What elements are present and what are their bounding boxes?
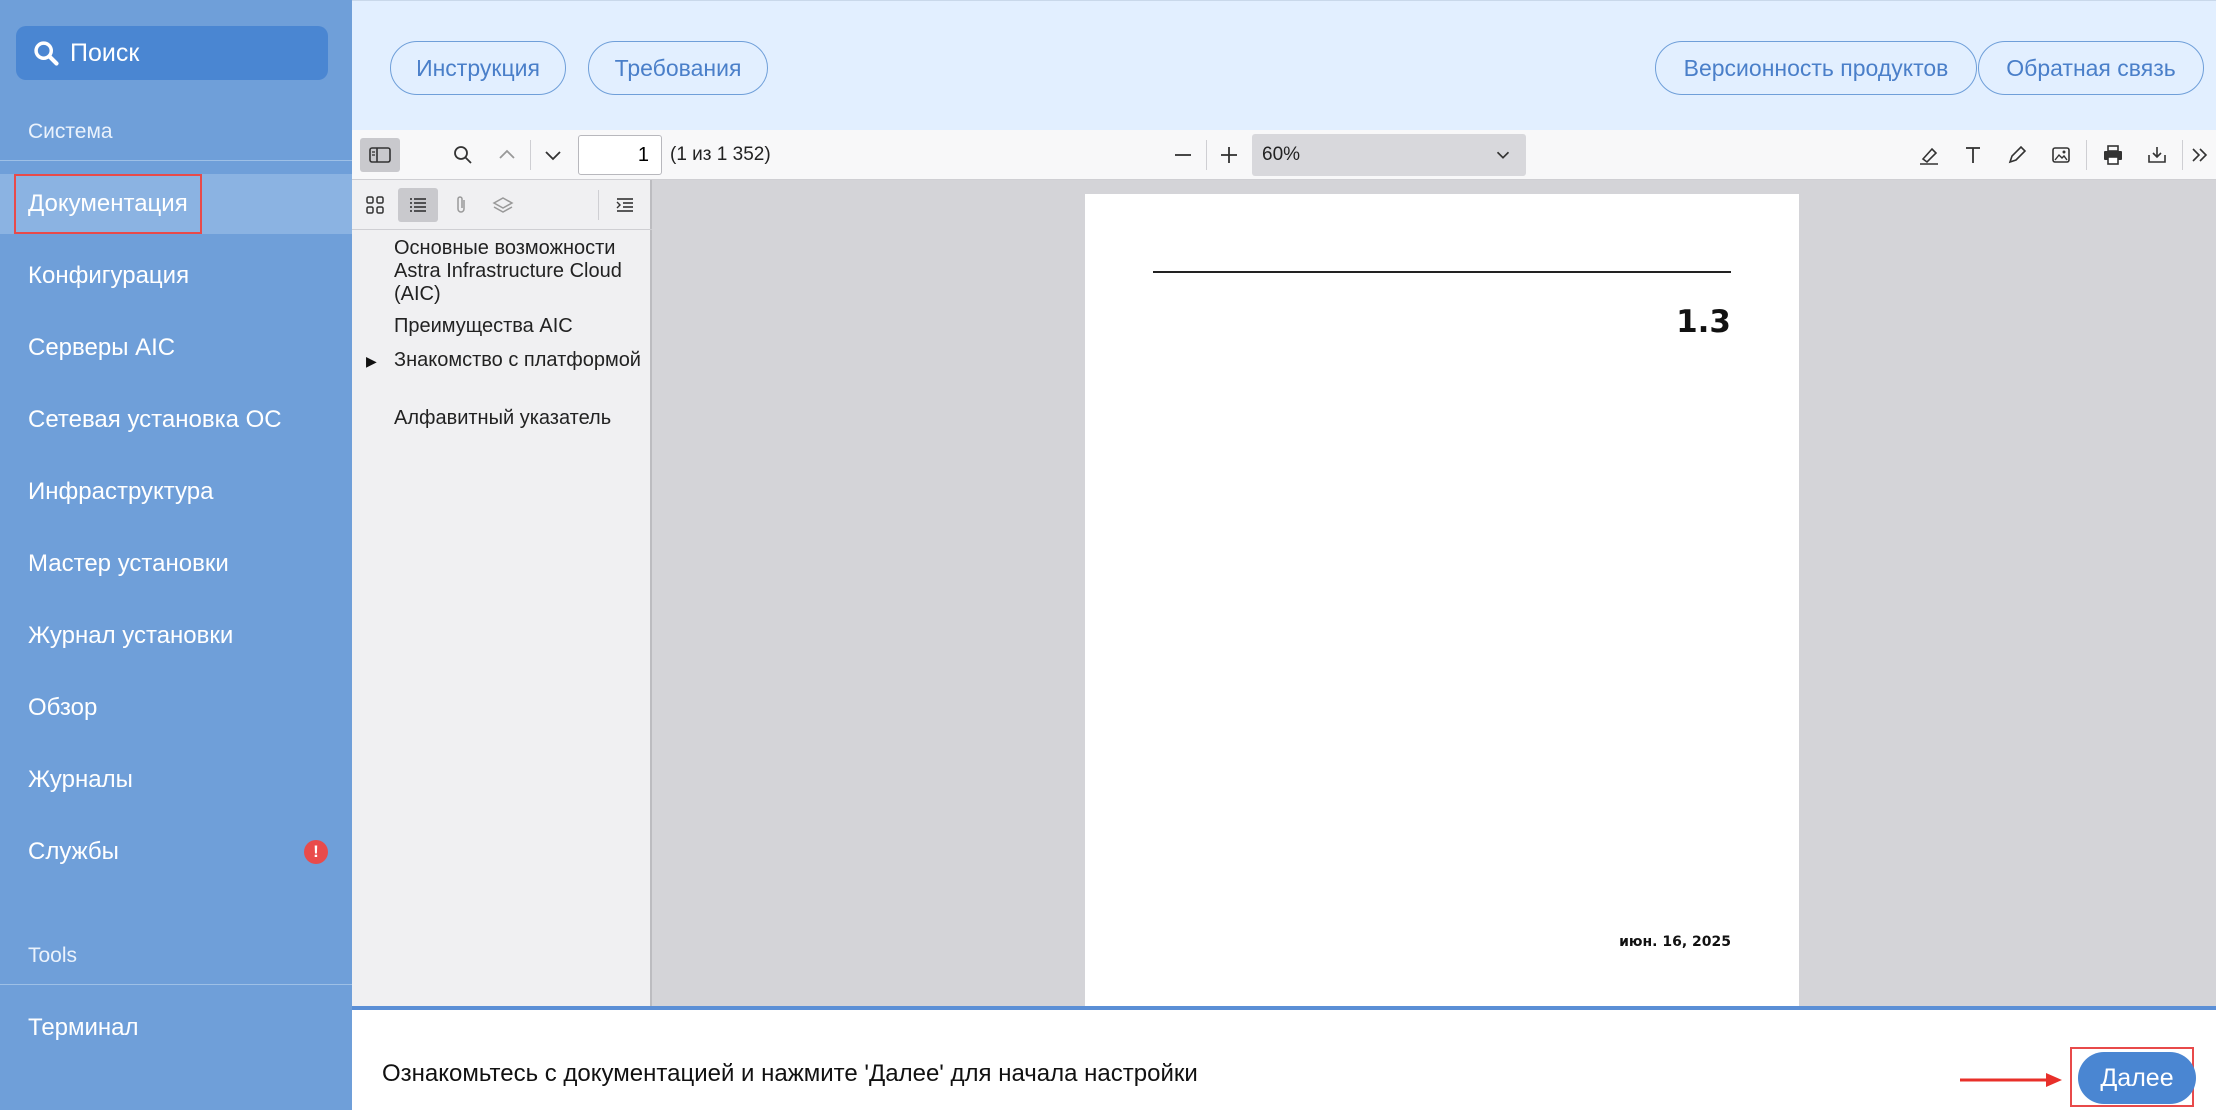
section-label-tools: Tools	[28, 944, 78, 967]
chevron-down-icon	[1496, 151, 1510, 159]
sidebar-item-label: Серверы AIC	[28, 334, 176, 361]
page-count: (1 из 1 352)	[670, 144, 771, 165]
outline-panel: Основные возможности Astra Infrastructur…	[352, 180, 652, 1008]
sidebar-item-install-log[interactable]: Журнал установки	[0, 606, 352, 666]
sidebar-item-label: Мастер установки	[28, 550, 229, 577]
footer: Ознакомьтесь с документацией и нажмите '…	[352, 1006, 2216, 1110]
arrow-right-icon	[1960, 1073, 2062, 1087]
feedback-button[interactable]: Обратная связь	[1978, 41, 2204, 95]
sidebar-item-install-wizard[interactable]: Мастер установки	[0, 534, 352, 594]
toolbar-separator	[2086, 140, 2087, 170]
expand-triangle-icon[interactable]: ▶	[366, 353, 377, 370]
page-number-input[interactable]	[578, 135, 662, 175]
find-icon[interactable]	[446, 138, 480, 172]
instruction-button[interactable]: Инструкция	[390, 41, 566, 95]
sidebar-item-label: Службы	[28, 838, 119, 865]
divider	[0, 160, 352, 161]
more-tools-icon[interactable]	[2186, 138, 2214, 172]
sidebar-item-label: Журнал установки	[28, 622, 234, 649]
sidebar-item-label: Документация	[14, 174, 202, 234]
sidebar-item-infrastructure[interactable]: Инфраструктура	[0, 462, 352, 522]
sidebar-item-documentation[interactable]: Документация	[0, 174, 352, 234]
search-icon	[34, 41, 59, 66]
footer-message: Ознакомьтесь с документацией и нажмите '…	[382, 1060, 1198, 1087]
outline-icon[interactable]	[398, 188, 438, 222]
toolbar-separator	[1206, 140, 1207, 170]
sidebar-item-network-install[interactable]: Сетевая установка ОС	[0, 390, 352, 450]
zoom-value: 60%	[1262, 144, 1301, 165]
sidebar-toggle-icon[interactable]	[360, 138, 400, 172]
product-versions-button[interactable]: Версионность продуктов	[1655, 41, 1977, 95]
previous-page-icon[interactable]	[490, 138, 524, 172]
sidebar-item-label: Обзор	[28, 694, 98, 721]
pdf-page: 1.3 июн. 16, 2025	[1085, 194, 1799, 1008]
sidebar-item-logs[interactable]: Журналы	[0, 750, 352, 810]
thumbnails-icon[interactable]	[358, 188, 392, 222]
zoom-in-icon[interactable]	[1212, 138, 1246, 172]
download-icon[interactable]	[2140, 138, 2174, 172]
sidebar-item-overview[interactable]: Обзор	[0, 678, 352, 738]
next-page-icon[interactable]	[536, 138, 570, 172]
page-version: 1.3	[1676, 304, 1731, 340]
attachments-icon[interactable]	[444, 188, 478, 222]
sidebar-item-label: Инфраструктура	[28, 478, 214, 505]
toolbar-separator	[598, 190, 599, 220]
toolbar-separator	[2182, 140, 2183, 170]
page-rule	[1153, 271, 1731, 273]
toolbar-separator	[530, 140, 531, 170]
current-outline-item-icon[interactable]	[608, 188, 642, 222]
print-icon[interactable]	[2096, 138, 2130, 172]
page-date: июн. 16, 2025	[1619, 934, 1731, 950]
sidebar-item-terminal[interactable]: Терминал	[0, 998, 352, 1058]
sidebar-item-aic-servers[interactable]: Серверы AIC	[0, 318, 352, 378]
layers-icon[interactable]	[486, 188, 520, 222]
sidebar-item-services[interactable]: Службы !	[0, 822, 352, 882]
divider	[0, 984, 352, 985]
header: Инструкция Требования Версионность проду…	[352, 0, 2216, 130]
outline-item[interactable]: Преимущества AIC	[394, 315, 650, 338]
pdf-toolbar: (1 из 1 352) 60%	[352, 130, 2216, 180]
sidebar-item-label: Терминал	[28, 1014, 139, 1041]
alert-badge: !	[304, 840, 328, 864]
image-icon[interactable]	[2044, 138, 2078, 172]
zoom-out-icon[interactable]	[1166, 138, 1200, 172]
sidebar-item-label: Сетевая установка ОС	[28, 406, 282, 433]
highlight-icon[interactable]	[1912, 138, 1946, 172]
pdf-viewer: (1 из 1 352) 60%	[352, 130, 2216, 1008]
zoom-select[interactable]: 60%	[1252, 134, 1526, 176]
outline-item[interactable]: Основные возможности Astra Infrastructur…	[394, 237, 650, 306]
search-button[interactable]: Поиск	[16, 26, 328, 80]
search-label: Поиск	[70, 38, 140, 67]
section-label-system: Система	[28, 120, 113, 143]
outline-item[interactable]: Алфавитный указатель	[394, 407, 650, 430]
next-button[interactable]: Далее	[2078, 1052, 2196, 1104]
outline-item[interactable]: Знакомство с платформой	[394, 349, 650, 372]
sidebar-item-label: Журналы	[28, 766, 133, 793]
requirements-button[interactable]: Требования	[588, 41, 768, 95]
text-icon[interactable]	[1956, 138, 1990, 172]
sidebar: Поиск Система Документация Конфигурация …	[0, 0, 352, 1110]
sidebar-item-configuration[interactable]: Конфигурация	[0, 246, 352, 306]
outline-panel-tools	[352, 180, 652, 230]
draw-icon[interactable]	[2000, 138, 2034, 172]
sidebar-item-label: Конфигурация	[28, 262, 190, 289]
